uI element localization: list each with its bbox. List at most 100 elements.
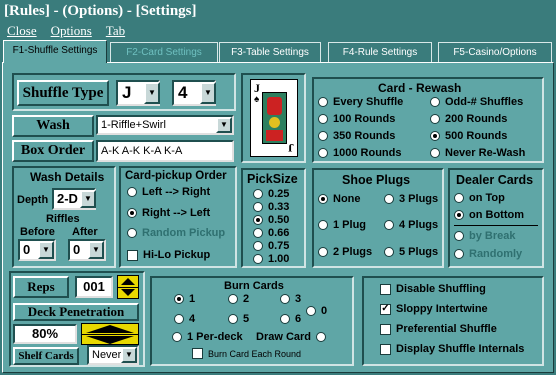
- box-order-input[interactable]: A-K A-K K-A K-A: [96, 140, 234, 162]
- deck-penetration-value[interactable]: 80%: [13, 324, 77, 344]
- tab-casino-options[interactable]: F5-Casino/Options: [438, 42, 552, 62]
- rewash-odd-shuffles[interactable]: Odd-# Shuffles: [430, 96, 523, 108]
- burn-6[interactable]: 6: [280, 313, 301, 325]
- menu-close[interactable]: Close: [7, 23, 37, 39]
- penetration-slider[interactable]: [81, 323, 139, 345]
- plugs-5[interactable]: 5 Plugs: [384, 246, 438, 258]
- radio-icon[interactable]: [127, 228, 137, 238]
- picksize-075[interactable]: 0.75: [253, 240, 289, 252]
- burn-5[interactable]: 5: [228, 313, 249, 325]
- radio-icon[interactable]: [430, 114, 440, 124]
- radio-icon[interactable]: [306, 306, 316, 316]
- picksize-100[interactable]: 1.00: [253, 253, 289, 265]
- rewash-200-rounds[interactable]: 200 Rounds: [430, 113, 507, 125]
- checkmark-icon[interactable]: ✓: [380, 303, 391, 315]
- radio-icon[interactable]: [454, 249, 464, 259]
- radio-icon[interactable]: [253, 228, 263, 238]
- burn-4[interactable]: 4: [174, 313, 195, 325]
- radio-icon[interactable]: [127, 187, 137, 197]
- radio-icon[interactable]: [316, 332, 327, 342]
- radio-icon[interactable]: [280, 314, 290, 324]
- menu-options[interactable]: Options: [51, 23, 92, 39]
- burn-0[interactable]: 0: [306, 305, 327, 317]
- before-dropdown-icon[interactable]: ▼: [38, 241, 54, 259]
- radio-icon[interactable]: [384, 247, 394, 257]
- radio-icon[interactable]: [253, 202, 263, 212]
- radio-icon[interactable]: [318, 97, 328, 107]
- plugs-3[interactable]: 3 Plugs: [384, 193, 438, 205]
- radio-icon[interactable]: [318, 148, 328, 158]
- burn-per-deck[interactable]: 1 Per-deck: [172, 331, 243, 343]
- burn-3[interactable]: 3: [280, 293, 301, 305]
- pickup-random[interactable]: Random Pickup: [127, 227, 225, 239]
- tab-rule-settings[interactable]: F4-Rule Settings: [328, 42, 432, 62]
- sloppy-intertwine-checkbox[interactable]: ✓ Sloppy Intertwine: [380, 303, 488, 315]
- arrow-up-icon[interactable]: [86, 325, 134, 333]
- radio-icon[interactable]: [384, 194, 394, 204]
- plugs-2[interactable]: 2 Plugs: [318, 246, 372, 258]
- shuffle-count-dropdown-icon[interactable]: ▼: [200, 82, 216, 104]
- radio-icon[interactable]: [253, 241, 263, 251]
- radio-icon[interactable]: [430, 148, 440, 158]
- after-dropdown-icon[interactable]: ▼: [88, 241, 104, 259]
- burn-2[interactable]: 2: [228, 293, 249, 305]
- dealer-on-bottom[interactable]: on Bottom: [454, 209, 524, 221]
- picksize-025[interactable]: 0.25: [253, 188, 289, 200]
- shelf-dropdown-icon[interactable]: ▼: [121, 347, 137, 363]
- plugs-4[interactable]: 4 Plugs: [384, 219, 438, 231]
- burn-draw-card[interactable]: Draw Card: [256, 331, 327, 343]
- radio-icon[interactable]: [430, 97, 440, 107]
- arrow-up-icon[interactable]: [121, 278, 135, 285]
- shuffle-type-dropdown-icon[interactable]: ▼: [144, 82, 160, 104]
- radio-selected-icon[interactable]: [430, 131, 440, 141]
- disable-shuffling-checkbox[interactable]: Disable Shuffling: [380, 283, 486, 295]
- radio-icon[interactable]: [318, 247, 328, 257]
- checkbox-icon[interactable]: [380, 283, 391, 295]
- picksize-066[interactable]: 0.66: [253, 227, 289, 239]
- tab-shuffle-settings[interactable]: F1-Shuffle Settings: [3, 40, 107, 63]
- radio-icon[interactable]: [318, 131, 328, 141]
- radio-icon[interactable]: [384, 220, 394, 230]
- radio-icon[interactable]: [228, 294, 238, 304]
- tab-card-settings[interactable]: F2-Card Settings: [110, 42, 218, 62]
- dealer-on-top[interactable]: on Top: [454, 192, 505, 204]
- arrow-down-icon[interactable]: [121, 289, 135, 296]
- hilo-pickup-checkbox[interactable]: Hi-Lo Pickup: [127, 249, 210, 261]
- rewash-100-rounds[interactable]: 100 Rounds: [318, 113, 395, 125]
- radio-icon[interactable]: [318, 114, 328, 124]
- radio-icon[interactable]: [172, 332, 182, 342]
- radio-selected-icon[interactable]: [318, 194, 328, 204]
- plugs-1[interactable]: 1 Plug: [318, 219, 366, 231]
- preferential-shuffle-checkbox[interactable]: Preferential Shuffle: [380, 323, 497, 335]
- dealer-by-break[interactable]: by Break: [454, 230, 515, 242]
- burn-1[interactable]: 1: [174, 293, 195, 305]
- picksize-050[interactable]: 0.50: [253, 214, 289, 226]
- radio-icon[interactable]: [454, 231, 464, 241]
- radio-icon[interactable]: [253, 254, 263, 264]
- radio-icon[interactable]: [253, 189, 263, 199]
- radio-selected-icon[interactable]: [454, 210, 464, 220]
- radio-icon[interactable]: [318, 220, 328, 230]
- radio-selected-icon[interactable]: [253, 215, 263, 225]
- radio-icon[interactable]: [280, 294, 290, 304]
- rewash-500-rounds[interactable]: 500 Rounds: [430, 130, 507, 142]
- rewash-350-rounds[interactable]: 350 Rounds: [318, 130, 395, 142]
- checkbox-icon[interactable]: [192, 348, 203, 359]
- rewash-1000-rounds[interactable]: 1000 Rounds: [318, 147, 401, 159]
- menu-tab[interactable]: Tab: [106, 23, 125, 39]
- picksize-033[interactable]: 0.33: [253, 201, 289, 213]
- checkbox-icon[interactable]: [380, 343, 391, 355]
- wash-select[interactable]: 1-Riffle+Swirl: [96, 115, 234, 135]
- radio-icon[interactable]: [454, 193, 464, 203]
- reps-spinner[interactable]: [117, 275, 139, 299]
- display-internals-checkbox[interactable]: Display Shuffle Internals: [380, 343, 524, 355]
- dealer-randomly[interactable]: Randomly: [454, 248, 522, 260]
- rewash-every-shuffle[interactable]: Every Shuffle: [318, 96, 403, 108]
- arrow-down-icon[interactable]: [86, 336, 134, 344]
- pickup-right-left[interactable]: Right --> Left: [127, 207, 210, 219]
- checkbox-icon[interactable]: [127, 249, 138, 261]
- burn-each-round-checkbox[interactable]: Burn Card Each Round: [192, 348, 301, 359]
- radio-icon[interactable]: [228, 314, 238, 324]
- radio-selected-icon[interactable]: [127, 208, 137, 218]
- pickup-left-right[interactable]: Left --> Right: [127, 186, 210, 198]
